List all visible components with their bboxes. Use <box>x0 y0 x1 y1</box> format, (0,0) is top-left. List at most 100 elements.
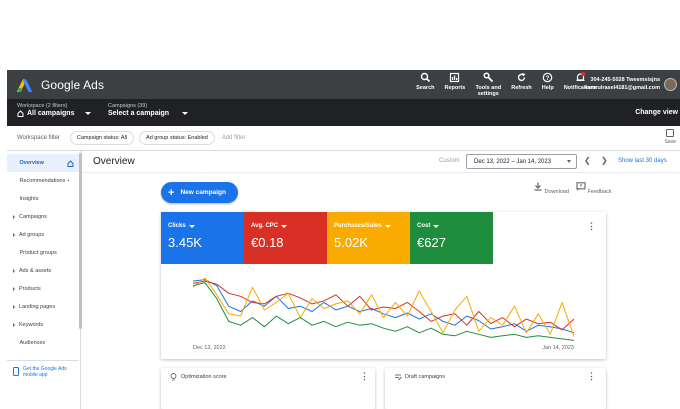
more-options-icon[interactable]: ⋮ <box>587 222 596 231</box>
sidebar-item-product-groups[interactable]: Product groups <box>7 244 80 262</box>
blank-margin <box>0 0 680 70</box>
metric-purchases-sales[interactable]: Purchases/Sales 5.02K <box>327 212 410 264</box>
date-range-value: Dec 13, 2022 – Jan 14, 2023 <box>474 158 552 165</box>
tools-settings-button[interactable]: Tools and settings <box>470 72 506 97</box>
ad-group-status-chip[interactable]: Ad group status: Enabled <box>139 131 215 145</box>
google-ads-logo[interactable]: Google Ads <box>17 78 104 92</box>
metric-value: €627 <box>417 235 446 250</box>
phone-icon <box>13 367 19 376</box>
change-view-button[interactable]: Change view <box>635 109 678 116</box>
chevron-down-icon <box>433 224 440 228</box>
reports-icon <box>450 72 460 83</box>
feedback-label: Feedback <box>587 189 612 195</box>
new-campaign-label: New campaign <box>180 189 226 196</box>
help-icon: ? <box>542 72 553 83</box>
reports-button[interactable]: Reports <box>440 72 471 97</box>
draft-campaigns-title: Draft campaigns <box>405 374 446 380</box>
performance-chart <box>191 277 576 353</box>
next-period-button[interactable]: ❯ <box>601 156 608 165</box>
account-info[interactable]: 304-245-5028 Tweemsisjns kamrulrasel4181… <box>584 76 660 92</box>
help-button[interactable]: ? Help <box>537 72 559 97</box>
performance-card: Clicks 3.45K Avg. CPC €0.18 Purchases/Sa… <box>161 212 606 359</box>
metric-label: Avg. CPC <box>251 223 279 229</box>
sidebar-item-insights[interactable]: Insights <box>7 190 80 208</box>
mobile-app-link[interactable]: Get the Google Ads mobile app <box>7 360 79 382</box>
chevron-down-icon <box>85 112 92 115</box>
sidebar-item-label: Products <box>19 286 41 292</box>
x-axis-end-label: Jan 14, 2023 <box>542 345 574 351</box>
campaigns-value: Select a campaign <box>108 110 170 117</box>
sidebar-item-label: Ads & assets <box>19 268 52 274</box>
plus-icon: + <box>168 186 175 199</box>
sidebar-item-ads-assets[interactable]: Ads & assets <box>7 262 80 280</box>
show-last-30-days-link[interactable]: Show last 30 days <box>618 158 667 164</box>
download-label: Download <box>544 189 569 195</box>
search-label: Search <box>416 85 435 91</box>
sidebar-item-label: Audiences <box>19 340 46 346</box>
refresh-button[interactable]: Refresh <box>506 72 536 97</box>
expand-arrow-icon <box>13 323 15 327</box>
metric-cost[interactable]: Cost €627 <box>410 212 493 264</box>
search-button[interactable]: Search <box>411 72 439 97</box>
sidebar-item-label: Recommendations <box>19 178 66 184</box>
sidebar-item-audiences[interactable]: Audiences <box>7 334 80 352</box>
download-button[interactable]: Download <box>533 182 569 195</box>
draft-icon <box>395 374 402 381</box>
expand-arrow-icon <box>13 287 15 291</box>
sidebar-item-label: Campaigns <box>19 214 47 220</box>
google-ads-logo-icon <box>17 78 32 92</box>
optimization-score-card[interactable]: Optimization score ⋮ <box>161 368 375 409</box>
dot-icon: • <box>67 178 70 184</box>
mobile-app-label: Get the Google Ads mobile app <box>23 365 67 378</box>
chevron-down-icon <box>188 224 195 228</box>
page-title: Overview <box>93 156 135 167</box>
sidebar-item-label: Product groups <box>19 250 57 256</box>
more-options-icon[interactable]: ⋮ <box>360 372 369 381</box>
metric-avg-cpc[interactable]: Avg. CPC €0.18 <box>244 212 327 264</box>
sidebar-item-landing-pages[interactable]: Landing pages <box>7 298 80 316</box>
main-content: Overview Custom Dec 13, 2022 – Jan 14, 2… <box>82 151 680 409</box>
sidebar-item-label: Ad groups <box>19 232 45 238</box>
refresh-icon <box>517 73 526 82</box>
svg-text:?: ? <box>546 76 550 82</box>
metric-value: €0.18 <box>251 235 284 250</box>
more-options-icon[interactable]: ⋮ <box>587 372 596 381</box>
x-axis-start-label: Dec 13, 2022 <box>193 345 226 351</box>
custom-label: Custom <box>439 158 460 164</box>
metric-label: Clicks <box>168 223 186 229</box>
date-range-picker[interactable]: Dec 13, 2022 – Jan 14, 2023 <box>466 154 577 169</box>
sidebar-item-campaigns[interactable]: Campaigns <box>7 208 80 226</box>
add-filter-button[interactable]: Add filter <box>222 135 246 141</box>
campaigns-label: Campaigns (39) <box>108 103 148 109</box>
filter-bar: Workspace filter Campaign status: All Ad… <box>7 126 680 151</box>
sidebar-item-products[interactable]: Products <box>7 280 80 298</box>
metric-clicks[interactable]: Clicks 3.45K <box>161 212 244 264</box>
campaign-status-chip[interactable]: Campaign status: All <box>69 131 135 145</box>
prev-period-button[interactable]: ❮ <box>584 156 591 165</box>
account-phone: 304-245-5028 Tweemsisjns <box>590 77 660 83</box>
avatar[interactable] <box>664 78 677 91</box>
feedback-button[interactable]: Feedback <box>576 182 612 195</box>
workspace-selector[interactable]: Workspace (2 filters) All campaigns <box>17 103 92 117</box>
metric-value: 5.02K <box>334 235 368 250</box>
sidebar-item-recommendations[interactable]: Recommendations • <box>7 172 80 190</box>
expand-arrow-icon <box>13 305 15 309</box>
new-campaign-button[interactable]: + New campaign <box>161 182 238 203</box>
sidebar-item-keywords[interactable]: Keywords <box>7 316 80 334</box>
tools-settings-label: Tools and settings <box>475 85 502 97</box>
overview-header: Overview Custom Dec 13, 2022 – Jan 14, 2… <box>82 151 680 173</box>
search-icon <box>420 72 430 83</box>
workspace-filter-title: Workspace filter <box>17 135 60 141</box>
metric-label: Cost <box>417 223 431 229</box>
download-icon <box>534 182 542 191</box>
sidebar-item-ad-groups[interactable]: Ad groups <box>7 226 80 244</box>
draft-campaigns-card[interactable]: Draft campaigns ⋮ <box>385 368 606 409</box>
sidebar-item-label: Insights <box>19 196 39 202</box>
sidebar-item-overview[interactable]: Overview <box>7 154 80 172</box>
save-label: Save <box>664 139 676 145</box>
sidebar-item-label: Landing pages <box>19 304 56 310</box>
save-button[interactable]: Save <box>665 129 676 145</box>
campaign-selector[interactable]: Campaigns (39) Select a campaign <box>108 103 189 117</box>
sidebar-item-label: Keywords <box>19 322 44 328</box>
expand-arrow-icon <box>13 215 15 219</box>
